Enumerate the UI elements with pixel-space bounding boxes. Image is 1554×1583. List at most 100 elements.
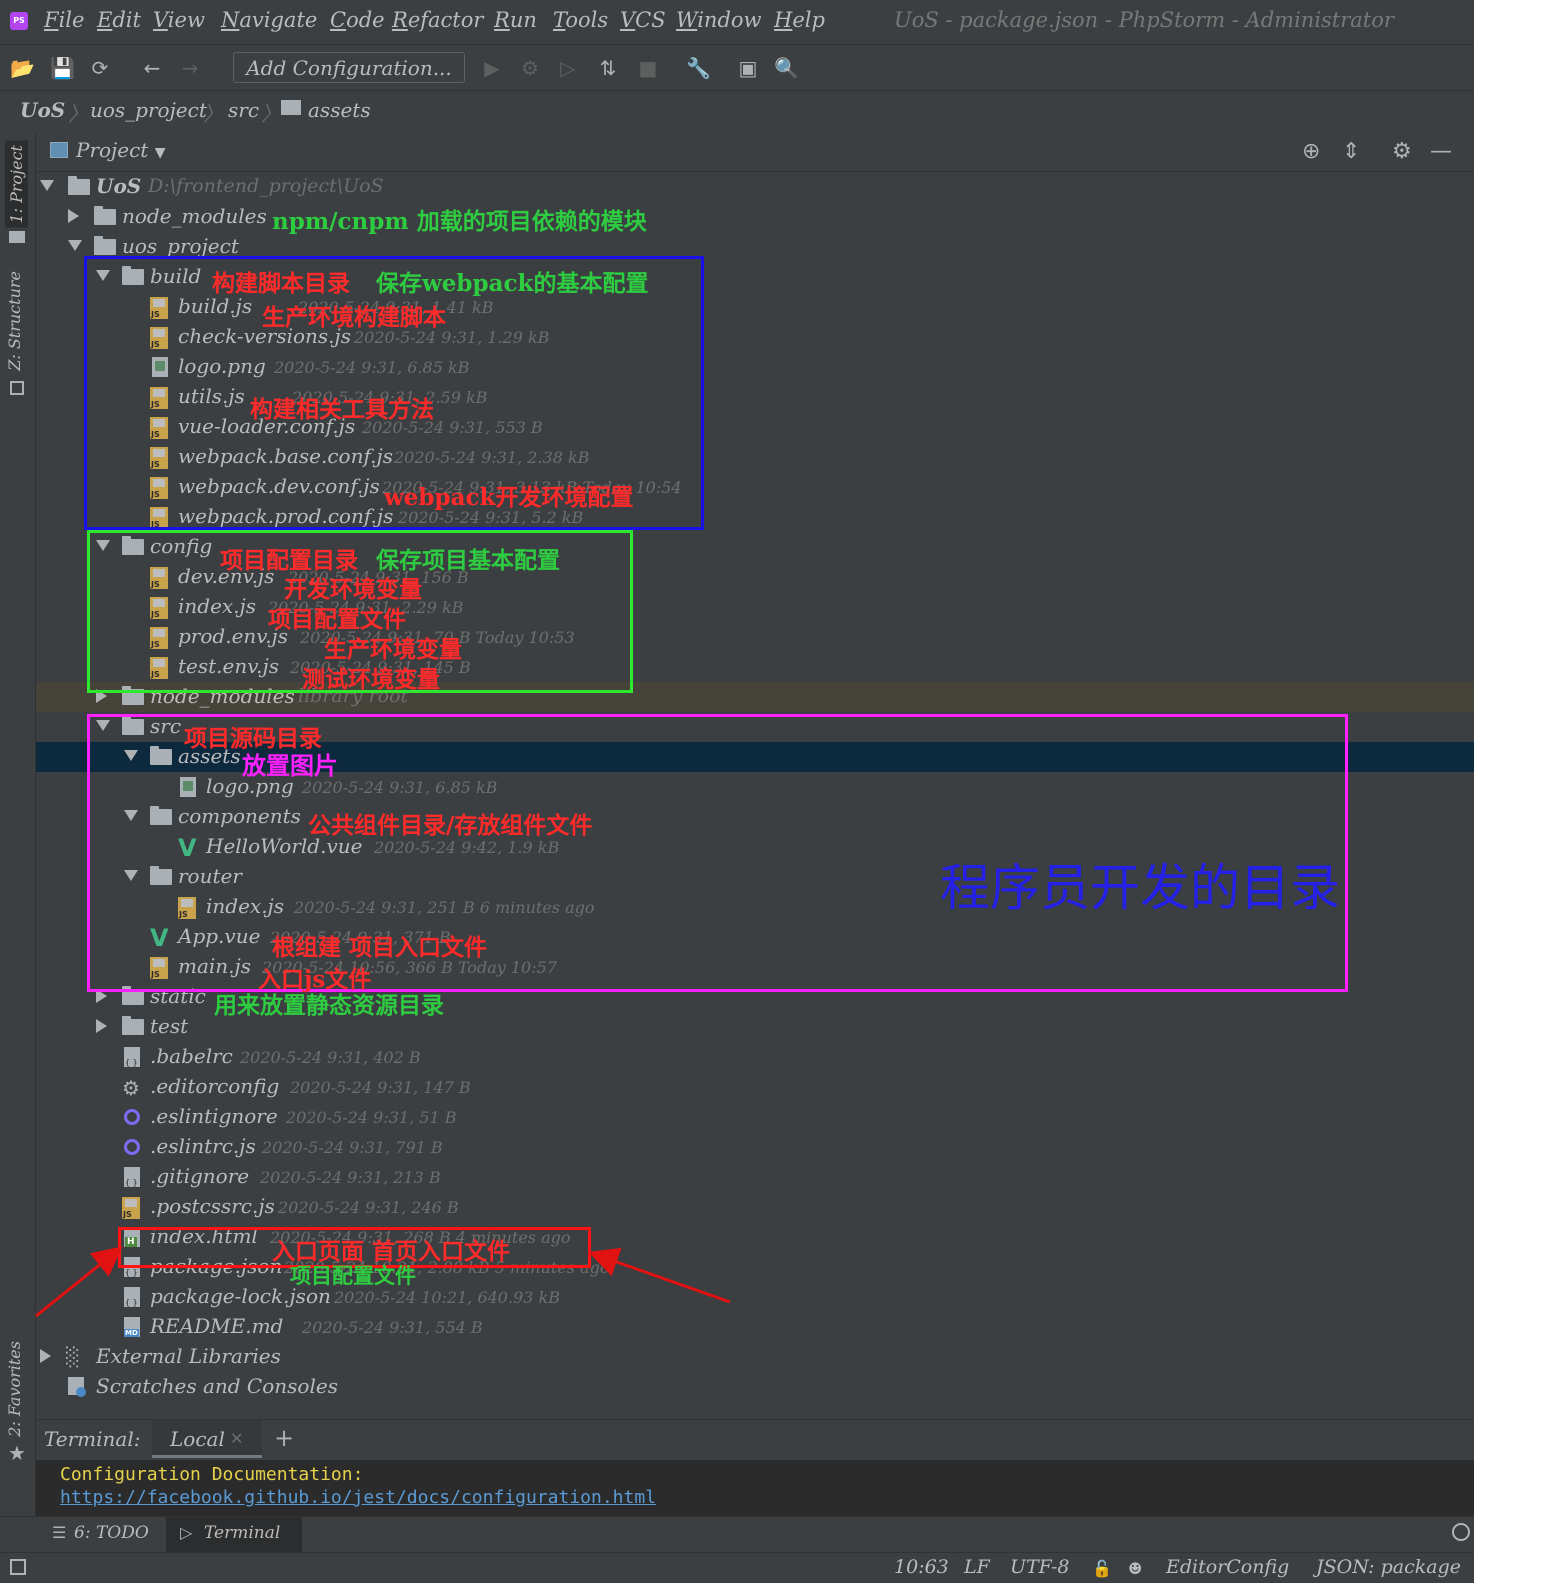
annotation-package-json: 项目配置文件 — [290, 1263, 416, 1288]
annotation-build-dir: 构建脚本目录 — [212, 270, 350, 297]
menu-refactor[interactable]: Refactor — [392, 8, 483, 32]
annotation-build-desc: 保存webpack的基本配置 — [376, 270, 649, 297]
menu-tools[interactable]: Tools — [553, 8, 608, 32]
annotation-assets-dir: 放置图片 — [242, 751, 338, 780]
close-icon[interactable]: ✕ — [230, 1429, 243, 1448]
collapse-all-icon[interactable]: ⇕ — [1342, 139, 1360, 164]
breadcrumb-item-src[interactable]: src — [228, 98, 259, 122]
tree-item-name: .gitignore — [150, 1164, 250, 1188]
breadcrumb-item-uos-project[interactable]: uos_project — [90, 98, 207, 122]
forward-arrow-icon[interactable]: → — [178, 56, 202, 80]
todo-list-icon: ☰ — [52, 1523, 67, 1542]
breadcrumb-separator: 〉 — [203, 102, 223, 126]
tree-row[interactable]: .gitignore 2020-5-24 9:31, 213 B — [36, 1162, 1474, 1192]
project-panel-title: Project — [76, 138, 149, 162]
add-configuration-button[interactable]: Add Configuration... — [233, 52, 465, 83]
tree-item-name: .babelrc — [150, 1044, 233, 1068]
breadcrumb-item-assets[interactable]: assets — [308, 98, 371, 122]
project-folder-icon — [9, 231, 25, 243]
file-encoding[interactable]: UTF-8 — [1010, 1556, 1070, 1578]
menu-window[interactable]: Window — [676, 8, 762, 32]
collapse-arrow-icon[interactable] — [68, 209, 79, 223]
gear-icon: ⚙ — [122, 1076, 140, 1100]
inspector-icon[interactable]: ☻ — [1128, 1559, 1142, 1578]
tree-item-name: .postcssrc.js — [150, 1194, 275, 1218]
tree-row[interactable]: .postcssrc.js 2020-5-24 9:31, 246 B — [36, 1192, 1474, 1222]
tree-row[interactable]: ░ External Libraries — [36, 1342, 1474, 1372]
menu-vcs[interactable]: VCS — [620, 8, 666, 32]
search-icon[interactable]: 🔍 — [774, 56, 799, 80]
tree-item-meta: 2020-5-24 9:31, 554 B — [302, 1318, 483, 1337]
add-terminal-icon[interactable]: + — [274, 1424, 294, 1452]
terminal-output[interactable]: Configuration Documentation: https://fac… — [36, 1460, 1474, 1516]
terminal-tab-local[interactable]: Local ✕ — [152, 1420, 262, 1458]
json-file-icon — [124, 1287, 140, 1307]
collapse-arrow-icon[interactable] — [96, 1019, 107, 1033]
menu-code[interactable]: Code — [330, 8, 385, 32]
settings-wrench-icon[interactable]: 🔧 — [686, 56, 711, 80]
expand-arrow-icon[interactable] — [40, 180, 54, 191]
expand-arrow-icon[interactable] — [68, 240, 82, 251]
star-icon: ★ — [8, 1441, 26, 1465]
locate-crosshair-icon[interactable]: ⊕ — [1302, 139, 1320, 164]
toggle-tool-windows-icon[interactable] — [10, 1559, 26, 1575]
menu-help[interactable]: Help — [774, 8, 825, 32]
breadcrumb-item-uos[interactable]: UoS — [20, 98, 65, 122]
tab-terminal[interactable]: ▷ Terminal — [166, 1517, 302, 1552]
back-arrow-icon[interactable]: ← — [140, 56, 164, 80]
coverage-icon[interactable]: ▷ — [556, 56, 580, 80]
project-view-dropdown[interactable]: Project ▼ — [76, 138, 165, 162]
tree-item-name: test — [150, 1014, 189, 1038]
window-title: UoS - package.json - PhpStorm - Administ… — [894, 8, 1394, 32]
terminal-line: Configuration Documentation: — [60, 1464, 364, 1485]
folder-icon — [94, 206, 116, 225]
tool-window-bar: ☰ 6: TODO ▷ Terminal — [0, 1516, 1474, 1553]
tree-row[interactable]: README.md 2020-5-24 9:31, 554 B — [36, 1312, 1474, 1342]
annotation-prod-env: 生产环境变量 — [324, 636, 462, 663]
tab-project[interactable]: 1: Project — [5, 141, 28, 228]
tree-row[interactable]: .babelrc 2020-5-24 9:31, 402 B — [36, 1042, 1474, 1072]
save-icon[interactable]: 💾 — [50, 56, 75, 80]
tab-structure[interactable]: Z: Structure — [5, 271, 24, 371]
folder-icon — [68, 176, 90, 195]
event-log-icon[interactable] — [1452, 1523, 1470, 1541]
json-schema-indicator[interactable]: JSON: package — [1316, 1556, 1461, 1578]
tree-row[interactable]: .eslintignore 2020-5-24 9:31, 51 B — [36, 1102, 1474, 1132]
menu-file[interactable]: File — [44, 8, 84, 32]
left-tool-strip: 1: Project Z: Structure 2: Favorites ★ — [0, 131, 36, 1516]
caret-position[interactable]: 10:63 — [894, 1556, 949, 1578]
terminal-window-icon[interactable]: ▣ — [736, 56, 760, 80]
menu-edit[interactable]: Edit — [97, 8, 141, 32]
run-icon[interactable]: ▶ — [480, 56, 504, 80]
terminal-link[interactable]: https://facebook.github.io/jest/docs/con… — [60, 1487, 656, 1508]
stop-icon[interactable]: ■ — [636, 56, 660, 80]
menu-navigate[interactable]: Navigate — [221, 8, 317, 32]
tree-row[interactable]: package-lock.json 2020-5-24 10:21, 640.9… — [36, 1282, 1474, 1312]
tab-favorites[interactable]: 2: Favorites — [5, 1341, 24, 1437]
editorconfig-indicator[interactable]: EditorConfig — [1166, 1556, 1289, 1578]
tree-item-meta: 2020-5-24 9:31, 246 B — [278, 1198, 459, 1217]
tree-row-root[interactable]: UoS D:\frontend_project\UoS — [36, 172, 1474, 202]
hide-panel-icon[interactable]: — — [1430, 139, 1452, 164]
sync-icon[interactable]: ⟳ — [88, 56, 112, 80]
tree-root-name: UoS — [96, 174, 142, 198]
annotation-static-dir: 用来放置静态资源目录 — [214, 992, 444, 1019]
menu-run[interactable]: Run — [494, 8, 537, 32]
tree-item-name: README.md — [150, 1314, 284, 1338]
profile-icon[interactable]: ⇅ — [596, 56, 620, 80]
lock-icon[interactable]: 🔓 — [1092, 1559, 1112, 1578]
open-folder-icon[interactable]: 📂 — [10, 56, 35, 80]
annotation-dev-env: 开发环境变量 — [284, 576, 422, 603]
tree-item-name: Scratches and Consoles — [96, 1374, 338, 1398]
tab-todo[interactable]: 6: TODO — [74, 1523, 149, 1543]
debug-icon[interactable]: ⚙ — [518, 56, 542, 80]
gear-icon[interactable]: ⚙ — [1392, 139, 1412, 164]
tree-row[interactable]: ⚙ .editorconfig 2020-5-24 9:31, 147 B — [36, 1072, 1474, 1102]
tree-row[interactable]: node_modules — [36, 202, 1474, 232]
tree-item-name: .editorconfig — [150, 1074, 280, 1098]
collapse-arrow-icon[interactable] — [40, 1349, 51, 1363]
tree-row[interactable]: .eslintrc.js 2020-5-24 9:31, 791 B — [36, 1132, 1474, 1162]
menu-view[interactable]: View — [153, 8, 205, 32]
tree-row[interactable]: Scratches and Consoles — [36, 1372, 1474, 1402]
line-separator[interactable]: LF — [964, 1556, 990, 1578]
